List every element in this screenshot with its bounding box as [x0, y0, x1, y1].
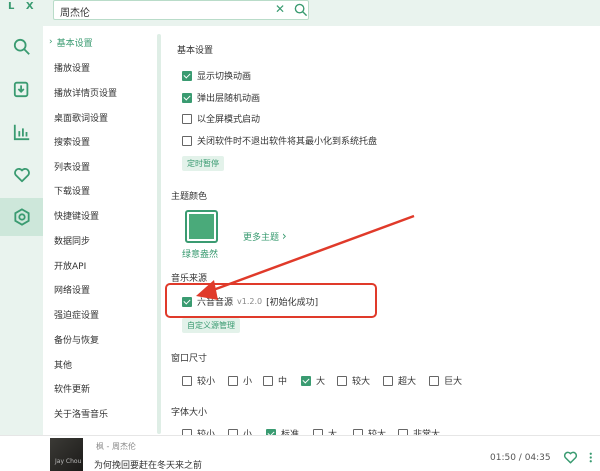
- window-size-option[interactable]: 较小: [182, 374, 215, 387]
- heart-icon: [13, 168, 30, 183]
- option-fullscreen-start[interactable]: 以全屏模式启动: [182, 112, 260, 125]
- download-icon: [13, 81, 28, 98]
- option-show-animation[interactable]: 显示切换动画: [182, 69, 251, 82]
- checkbox[interactable]: [228, 375, 238, 386]
- checkbox[interactable]: [429, 375, 439, 386]
- subnav-item[interactable]: 关于洛雪音乐: [54, 402, 108, 424]
- left-rail: L X: [0, 0, 43, 471]
- player-bar: Jay Chou 枫 - 周杰伦 为何挽回要赶在冬天来之前 01:50 / 04…: [0, 435, 600, 471]
- track-title: 枫 - 周杰伦: [96, 442, 136, 451]
- theme-color-fill: [189, 214, 214, 239]
- heart-icon[interactable]: [563, 450, 578, 465]
- window-size-option[interactable]: 小: [228, 374, 252, 387]
- chevron-right-icon: ›: [281, 229, 287, 243]
- search-input[interactable]: 周杰伦: [60, 4, 90, 19]
- checkbox[interactable]: [182, 70, 192, 81]
- more-icon[interactable]: [587, 450, 599, 465]
- window-size-option[interactable]: 较大: [337, 374, 370, 387]
- subnav-item[interactable]: 列表设置: [54, 155, 90, 177]
- checkbox[interactable]: [263, 375, 273, 386]
- checkbox[interactable]: [383, 375, 393, 386]
- settings-icon: [13, 208, 30, 226]
- subnav-scrollbar[interactable]: [157, 34, 161, 434]
- theme-swatch-green[interactable]: [185, 210, 218, 243]
- option-random-popup-animation[interactable]: 弹出层随机动画: [182, 91, 260, 104]
- checkbox[interactable]: [182, 92, 192, 103]
- chevron-right-icon: ›: [49, 37, 53, 47]
- window-size-option[interactable]: 超大: [383, 374, 416, 387]
- checkbox[interactable]: [182, 375, 192, 386]
- subnav-item[interactable]: 网络设置: [54, 278, 90, 300]
- section-title-font-size: 字体大小: [171, 408, 208, 418]
- subnav-item[interactable]: 数据同步: [54, 229, 90, 251]
- section-title-window-size: 窗口尺寸: [171, 354, 208, 364]
- window-size-option[interactable]: 大: [301, 374, 325, 387]
- subnav-item[interactable]: 桌面歌词设置: [54, 106, 108, 128]
- subnav-item[interactable]: 强迫症设置: [54, 303, 99, 325]
- subnav-item-basic[interactable]: › 基本设置: [49, 31, 93, 53]
- leaderboard-icon: [13, 124, 29, 141]
- subnav-item[interactable]: 软件更新: [54, 377, 90, 399]
- search-box[interactable]: 周杰伦 ✕: [53, 0, 309, 20]
- subnav-item[interactable]: 备份与恢复: [54, 328, 99, 350]
- section-title-theme: 主题颜色: [171, 192, 208, 202]
- app-logo: L X: [8, 1, 38, 12]
- window-size-option[interactable]: 中: [263, 374, 287, 387]
- settings-subnav: › 基本设置 播放设置 播放详情页设置 桌面歌词设置 搜索设置 列表设置 下载设置…: [43, 26, 159, 435]
- search-icon[interactable]: [294, 3, 308, 17]
- rail-search-button[interactable]: [0, 28, 43, 66]
- settings-content: 基本设置 显示切换动画 弹出层随机动画 以全屏模式启动 关闭软件时不退出软件将其…: [163, 26, 600, 440]
- subnav-item[interactable]: 搜索设置: [54, 130, 90, 152]
- album-cover[interactable]: Jay Chou: [50, 438, 83, 471]
- checkbox[interactable]: [182, 135, 192, 146]
- current-lyric: 为何挽回要赶在冬天来之前: [94, 461, 203, 471]
- subnav-item[interactable]: 播放详情页设置: [54, 81, 117, 103]
- checkbox[interactable]: [301, 375, 311, 386]
- checkbox[interactable]: [182, 113, 192, 124]
- rail-download-button[interactable]: [0, 70, 43, 108]
- clear-icon[interactable]: ✕: [275, 2, 285, 16]
- option-minimize-to-tray[interactable]: 关闭软件时不退出软件将其最小化到系统托盘: [182, 134, 377, 147]
- subnav-item[interactable]: 其他: [54, 353, 72, 375]
- rail-leaderboard-button[interactable]: [0, 113, 43, 151]
- custom-source-manage-button[interactable]: 自定义源管理: [182, 318, 240, 333]
- annotation-highlight-box: [165, 283, 377, 318]
- timer-pause-button[interactable]: 定时暂停: [182, 156, 224, 171]
- top-bar: 周杰伦 ✕: [43, 0, 600, 26]
- subnav-item[interactable]: 快捷键设置: [54, 204, 99, 226]
- window-size-option[interactable]: 巨大: [429, 374, 462, 387]
- subnav-item[interactable]: 开放API: [54, 254, 86, 276]
- search-icon: [13, 38, 30, 55]
- more-themes-link[interactable]: 更多主题 ›: [243, 229, 287, 243]
- theme-name[interactable]: 绿意盎然: [182, 247, 218, 260]
- playback-time: 01:50 / 04:35: [490, 453, 551, 463]
- checkbox[interactable]: [337, 375, 347, 386]
- subnav-item[interactable]: 播放设置: [54, 56, 90, 78]
- rail-settings-button[interactable]: [0, 198, 43, 236]
- subnav-item[interactable]: 下载设置: [54, 179, 90, 201]
- rail-favorite-button[interactable]: [0, 156, 43, 194]
- section-title-basic: 基本设置: [177, 46, 214, 56]
